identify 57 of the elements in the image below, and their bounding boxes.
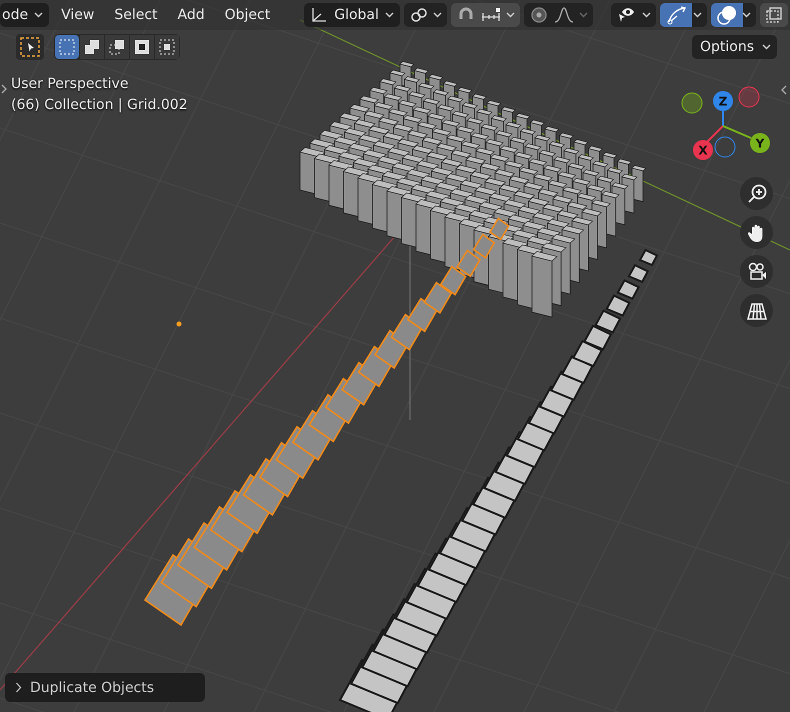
menu-item[interactable]: Object bbox=[216, 3, 278, 27]
menu-item[interactable]: Add bbox=[170, 3, 213, 27]
chevron-down-icon bbox=[742, 12, 751, 18]
origin-point bbox=[176, 322, 182, 326]
selection-mode-button[interactable] bbox=[130, 35, 154, 59]
mode-dropdown[interactable]: ode bbox=[0, 3, 50, 27]
chevron-right-icon[interactable] bbox=[0, 83, 8, 95]
orientation-dropdown[interactable]: Global bbox=[304, 3, 400, 27]
axis-handle[interactable]: Y bbox=[750, 133, 770, 153]
axes-icon bbox=[310, 6, 328, 24]
negative-axis-handle[interactable] bbox=[738, 86, 760, 108]
viewport-info-text: (66) Collection | Grid.002 bbox=[11, 96, 188, 115]
menu-item[interactable]: View bbox=[53, 3, 102, 27]
selectability-button[interactable] bbox=[610, 3, 656, 27]
menu-item[interactable]: Select bbox=[106, 3, 166, 27]
chevron-down-icon bbox=[432, 12, 442, 18]
zoom-icon bbox=[746, 182, 768, 204]
chevron-down-icon bbox=[762, 44, 771, 50]
chevron-down-icon bbox=[384, 12, 394, 18]
falloff-curve-icon bbox=[552, 5, 575, 25]
chevron-down-icon bbox=[578, 12, 588, 18]
subtract-squares-icon bbox=[108, 38, 126, 56]
xray-squares-icon bbox=[764, 6, 783, 24]
axis-handle[interactable]: Z bbox=[713, 91, 733, 111]
chevron-down-icon bbox=[506, 12, 515, 18]
gizmo-axes-drawing bbox=[706, 110, 752, 143]
snap-button[interactable] bbox=[450, 3, 520, 27]
options-dropdown[interactable]: Options bbox=[692, 35, 777, 59]
xray-button[interactable] bbox=[760, 3, 788, 27]
link-icon bbox=[408, 6, 429, 24]
chevron-down-icon bbox=[34, 12, 44, 18]
viewport-info-text: User Perspective bbox=[11, 75, 130, 94]
pivot-point-button[interactable] bbox=[404, 3, 447, 27]
invert-squares-icon bbox=[133, 38, 151, 56]
overlay-button[interactable] bbox=[710, 3, 756, 27]
selection-mode-button[interactable] bbox=[80, 35, 104, 59]
chevron-left-icon[interactable] bbox=[780, 84, 788, 96]
gizmo-button[interactable] bbox=[660, 3, 707, 27]
dashed-square-icon bbox=[58, 38, 76, 56]
negative-axis-handle[interactable] bbox=[714, 136, 736, 158]
chevron-down-icon bbox=[692, 12, 702, 18]
negative-axis-handle[interactable] bbox=[682, 92, 702, 114]
target-icon bbox=[528, 5, 549, 25]
gizmo-icon bbox=[664, 4, 689, 26]
overlapping-squares-icon bbox=[83, 38, 101, 56]
selection-mode-button[interactable] bbox=[55, 35, 79, 59]
selection-mode-button[interactable] bbox=[155, 35, 179, 59]
axis-handle[interactable]: X bbox=[693, 140, 713, 160]
proportional-editing-button[interactable] bbox=[524, 3, 593, 27]
chevron-down-icon bbox=[642, 12, 651, 18]
intersect-squares-icon bbox=[158, 38, 176, 56]
overlay-circles-icon bbox=[716, 4, 738, 26]
chevron-right-icon bbox=[15, 682, 22, 693]
last-operation-panel[interactable]: Duplicate Objects bbox=[5, 673, 205, 702]
select-box-tool[interactable] bbox=[16, 34, 44, 60]
selection-mode-button[interactable] bbox=[105, 35, 129, 59]
select-box-icon bbox=[20, 37, 40, 57]
